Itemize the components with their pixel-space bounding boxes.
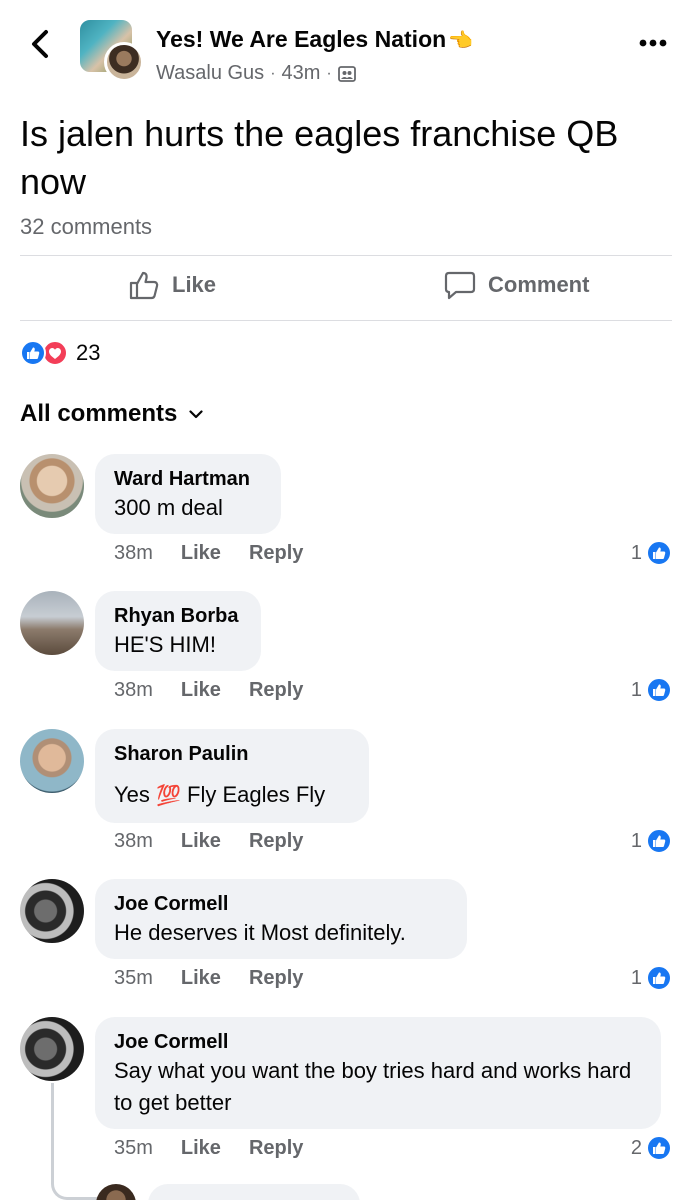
like-reaction-icon xyxy=(20,340,46,366)
comment-time[interactable]: 38m xyxy=(114,830,153,853)
commenter-avatar[interactable] xyxy=(20,454,84,518)
post-actions: Like Comment xyxy=(0,258,692,320)
author-avatar[interactable] xyxy=(104,42,144,82)
post-page: Yes! We Are Eagles Nation 👈 Wasalu Gus · … xyxy=(0,0,692,1200)
comment-reply-button[interactable]: Reply xyxy=(249,830,303,853)
comment-reaction-count[interactable]: 1 xyxy=(631,540,672,566)
commenter-name[interactable]: Sharon Paulin xyxy=(114,741,349,767)
comment-reply-button[interactable]: Reply xyxy=(249,679,303,702)
commenter-name[interactable]: Joe Cormell xyxy=(114,1029,641,1055)
group-name-text: Yes! We Are Eagles Nation xyxy=(156,26,447,52)
chevron-down-icon xyxy=(189,409,203,418)
comment-bubble-icon xyxy=(444,271,476,300)
comment-like-count: 1 xyxy=(630,829,642,852)
comment-reaction-count[interactable]: 1 xyxy=(631,828,672,854)
commenter-name[interactable]: Ward Hartman xyxy=(114,466,261,492)
author-name[interactable]: Wasalu Gus xyxy=(156,62,264,85)
comment-reaction-count[interactable]: 1 xyxy=(631,965,672,991)
comment-reply-button[interactable]: Reply xyxy=(249,967,303,990)
comment-text: Yes 💯 Fly Eagles Fly xyxy=(114,779,349,812)
comment-bubble: Ward Hartman 300 m deal xyxy=(95,454,281,534)
avatar-stack[interactable] xyxy=(78,18,144,82)
comment-like-button[interactable]: Like xyxy=(181,967,221,990)
like-reaction-icon xyxy=(646,677,672,703)
comment-reaction-count[interactable]: 2 xyxy=(631,1135,672,1161)
more-horizontal-icon xyxy=(639,39,667,47)
reactions-summary[interactable]: 23 xyxy=(20,340,100,366)
meta-separator: · xyxy=(326,64,332,82)
comment-button[interactable]: Comment xyxy=(444,270,589,300)
comment-meta: 35m Like Reply xyxy=(114,967,303,990)
like-reaction-icon xyxy=(646,965,672,991)
comment-label: Comment xyxy=(488,272,590,297)
like-button[interactable]: Like xyxy=(128,270,216,300)
meta-separator: · xyxy=(270,64,276,82)
divider xyxy=(20,255,672,256)
commenter-name[interactable]: Joe Cormell xyxy=(114,891,447,917)
comment-like-button[interactable]: Like xyxy=(181,830,221,853)
reply-thread-line xyxy=(51,1083,103,1200)
divider xyxy=(20,320,672,321)
comment-bubble: Sharon Paulin Yes 💯 Fly Eagles Fly xyxy=(95,729,369,823)
post-text: Is jalen hurts the eagles franchise QB n… xyxy=(20,113,619,202)
comment-like-count: 1 xyxy=(630,541,642,564)
reply-bubble xyxy=(148,1184,360,1200)
commenter-avatar[interactable] xyxy=(20,591,84,655)
members-privacy-icon xyxy=(337,65,356,82)
post-header: Yes! We Are Eagles Nation 👈 Wasalu Gus · … xyxy=(0,0,692,100)
comments-filter-label: All comments xyxy=(20,400,178,427)
comment-bubble: Joe Cormell He deserves it Most definite… xyxy=(95,879,467,959)
comment-text: 300 m deal xyxy=(114,495,223,520)
back-button[interactable] xyxy=(22,26,58,62)
comment-text-start: Yes xyxy=(114,782,157,807)
chevron-left-icon xyxy=(32,30,48,58)
commenter-avatar[interactable] xyxy=(20,879,84,943)
thumbs-up-icon xyxy=(129,271,159,300)
like-label: Like xyxy=(172,272,217,297)
comment-meta: 38m Like Reply xyxy=(114,679,303,702)
comment-count[interactable]: 32 comments xyxy=(20,214,152,240)
comment-bubble: Joe Cormell Say what you want the boy tr… xyxy=(95,1017,661,1129)
comment-like-button[interactable]: Like xyxy=(181,542,221,565)
pointing-hand-emoji: 👈 xyxy=(448,30,474,52)
more-options-button[interactable] xyxy=(636,30,670,56)
comment-like-button[interactable]: Like xyxy=(181,1137,221,1160)
like-reaction-icon xyxy=(646,540,672,566)
like-reaction-icon xyxy=(646,1135,672,1161)
comment-like-button[interactable]: Like xyxy=(181,679,221,702)
post-time[interactable]: 43m xyxy=(282,62,321,85)
comments-filter-dropdown[interactable]: All comments xyxy=(20,400,203,428)
group-name[interactable]: Yes! We Are Eagles Nation 👈 xyxy=(156,26,473,53)
comment-time[interactable]: 35m xyxy=(114,967,153,990)
comment-like-count: 1 xyxy=(630,678,642,701)
post-meta: Wasalu Gus · 43m · xyxy=(156,62,356,85)
comment-meta: 38m Like Reply xyxy=(114,542,303,565)
comment-text: HE'S HIM! xyxy=(114,632,216,657)
commenter-avatar[interactable] xyxy=(20,1017,84,1081)
comment-time[interactable]: 35m xyxy=(114,1137,153,1160)
comment-time[interactable]: 38m xyxy=(114,679,153,702)
commenter-avatar[interactable] xyxy=(20,729,84,793)
comment-reply-button[interactable]: Reply xyxy=(249,542,303,565)
comment-text: He deserves it Most definitely. xyxy=(114,920,406,945)
comment-meta: 35m Like Reply xyxy=(114,1137,303,1160)
comment-reaction-count[interactable]: 1 xyxy=(631,677,672,703)
commenter-name[interactable]: Rhyan Borba xyxy=(114,603,241,629)
comment-time[interactable]: 38m xyxy=(114,542,153,565)
hundred-points-emoji: 💯 xyxy=(156,785,181,807)
reaction-count: 23 xyxy=(76,340,101,365)
comment-meta: 38m Like Reply xyxy=(114,830,303,853)
like-reaction-icon xyxy=(646,828,672,854)
comment-reply-button[interactable]: Reply xyxy=(249,1137,303,1160)
comment-bubble: Rhyan Borba HE'S HIM! xyxy=(95,591,261,671)
comment-text: Say what you want the boy tries hard and… xyxy=(114,1058,632,1115)
comment-text-end: Fly Eagles Fly xyxy=(180,782,326,807)
comment-like-count: 1 xyxy=(630,966,642,989)
comment-like-count: 2 xyxy=(630,1136,642,1159)
